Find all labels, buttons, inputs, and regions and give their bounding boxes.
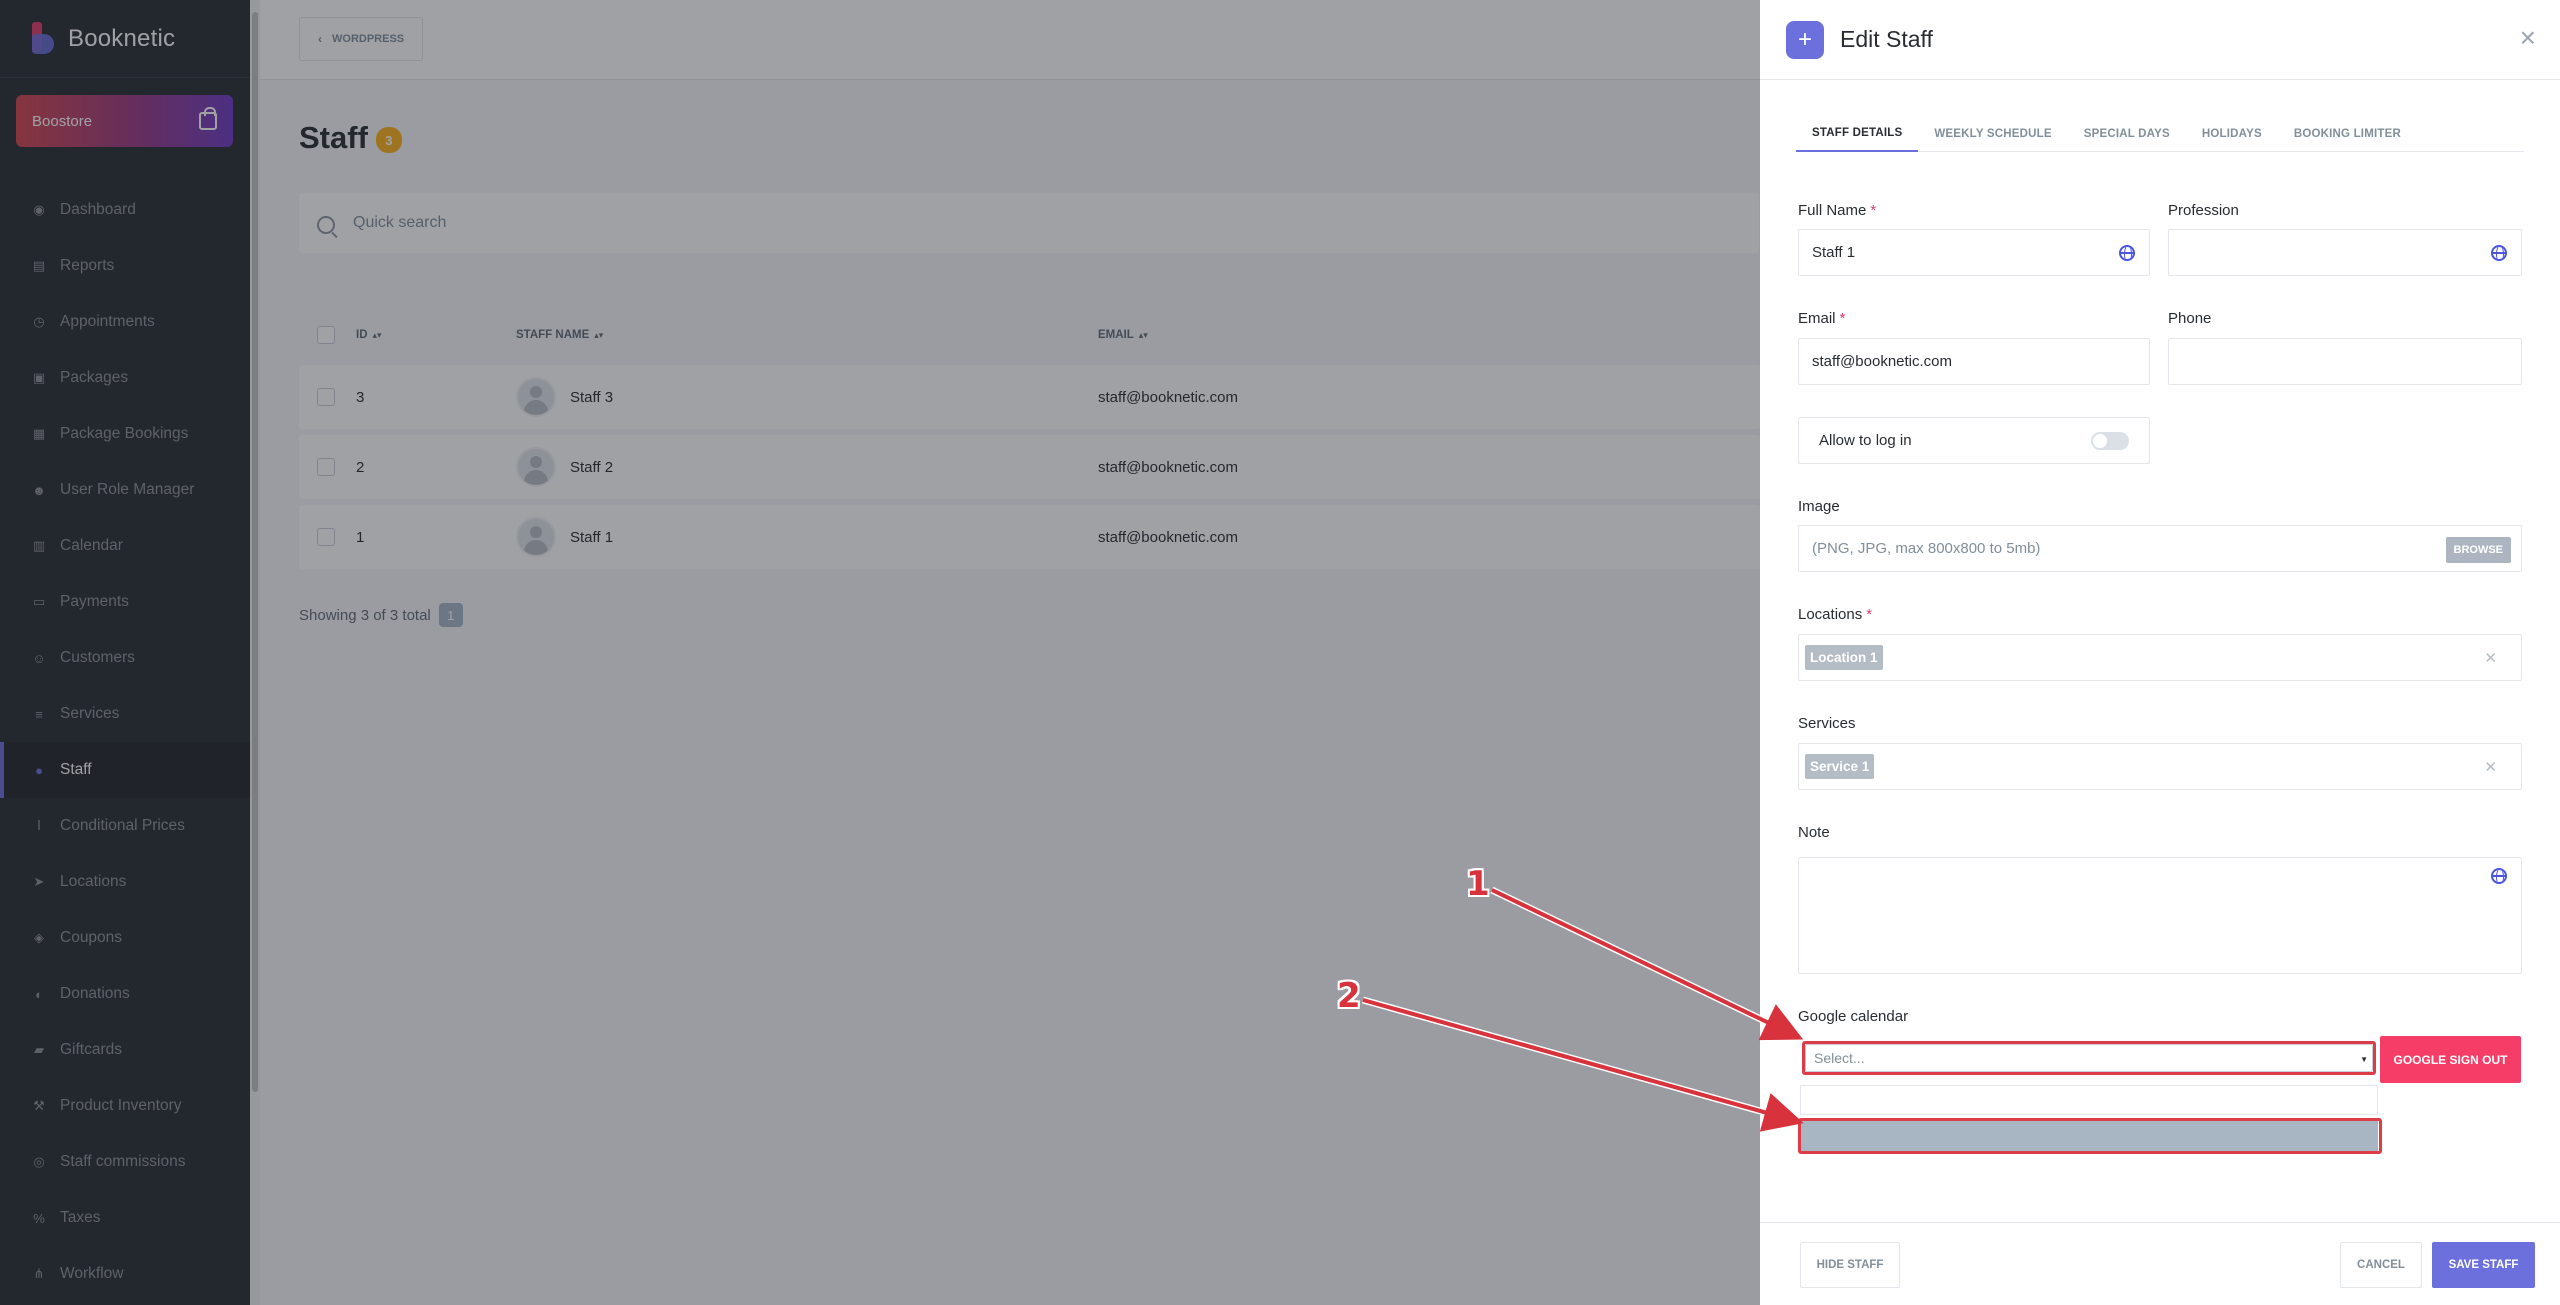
services-select[interactable]: Service 1 ✕ — [1798, 743, 2522, 790]
annotation-number-1: 1 — [1466, 864, 1490, 904]
plus-icon: + — [1786, 20, 1824, 59]
translate-globe-icon[interactable] — [2119, 244, 2135, 261]
profession-field[interactable] — [2168, 229, 2522, 276]
save-staff-button[interactable]: SAVE STAFF — [2432, 1242, 2535, 1288]
note-label: Note — [1798, 824, 1830, 841]
chevron-down-icon: ▼ — [2360, 1055, 2368, 1064]
annotation-highlight-option — [1798, 1118, 2382, 1154]
google-select-placeholder: Select... — [1814, 1050, 1865, 1066]
image-upload-field[interactable]: (PNG, JPG, max 800x800 to 5mb) BROWSE — [1798, 525, 2522, 572]
cancel-button[interactable]: CANCEL — [2340, 1242, 2422, 1288]
full-name-field[interactable]: Staff 1 — [1798, 229, 2150, 276]
hide-staff-button[interactable]: HIDE STAFF — [1800, 1242, 1900, 1288]
profession-label: Profession — [2168, 202, 2239, 219]
annotation-number-2: 2 — [1337, 976, 1361, 1016]
tab-staff-details[interactable]: STAFF DETAILS — [1796, 115, 1919, 152]
google-calendar-select[interactable]: Select... ▼ — [1805, 1044, 2373, 1072]
email-field[interactable]: staff@booknetic.com — [1798, 338, 2150, 385]
edit-staff-panel: + Edit Staff × STAFF DETAILS WEEKLY SCHED… — [1760, 0, 2560, 1305]
tab-holidays[interactable]: HOLIDAYS — [2186, 115, 2278, 152]
service-chip[interactable]: Service 1 — [1805, 754, 1875, 779]
location-chip[interactable]: Location 1 — [1805, 645, 1883, 670]
phone-label: Phone — [2168, 310, 2212, 327]
locations-label: Locations * — [1798, 606, 1873, 623]
browse-button[interactable]: BROWSE — [2445, 537, 2511, 563]
modal-backdrop[interactable] — [0, 0, 1760, 1305]
dropdown-search-input[interactable] — [1800, 1085, 2378, 1115]
close-icon[interactable]: × — [2520, 24, 2536, 52]
full-name-value: Staff 1 — [1812, 244, 1856, 261]
allow-login-toggle[interactable] — [2091, 432, 2129, 450]
clear-icon[interactable]: ✕ — [2484, 758, 2497, 776]
panel-tabs: STAFF DETAILS WEEKLY SCHEDULE SPECIAL DAYS… — [1796, 115, 2524, 152]
email-label: Email * — [1798, 310, 1846, 327]
allow-login-label: Allow to log in — [1819, 432, 1912, 449]
panel-header: + Edit Staff × — [1760, 0, 2560, 80]
locations-select[interactable]: Location 1 ✕ — [1798, 634, 2522, 681]
tab-booking-limiter[interactable]: BOOKING LIMITER — [2278, 115, 2417, 152]
email-value: staff@booknetic.com — [1812, 353, 1953, 370]
google-calendar-label: Google calendar — [1798, 1008, 1909, 1025]
tab-weekly-schedule[interactable]: WEEKLY SCHEDULE — [1918, 115, 2067, 152]
phone-field[interactable] — [2168, 338, 2522, 385]
image-label: Image — [1798, 498, 1840, 515]
full-name-label: Full Name * — [1798, 202, 1877, 219]
panel-footer: HIDE STAFF CANCEL SAVE STAFF — [1760, 1222, 2560, 1305]
services-label: Services — [1798, 715, 1856, 732]
allow-login-row: Allow to log in — [1798, 417, 2150, 464]
clear-icon[interactable]: ✕ — [2484, 649, 2497, 667]
note-textarea[interactable] — [1798, 857, 2522, 974]
translate-globe-icon[interactable] — [2491, 868, 2507, 884]
google-sign-out-button[interactable]: GOOGLE SIGN OUT — [2380, 1036, 2521, 1083]
panel-title: Edit Staff — [1840, 26, 1933, 52]
tab-special-days[interactable]: SPECIAL DAYS — [2068, 115, 2186, 152]
translate-globe-icon[interactable] — [2491, 244, 2507, 261]
image-placeholder: (PNG, JPG, max 800x800 to 5mb) — [1812, 540, 2041, 557]
